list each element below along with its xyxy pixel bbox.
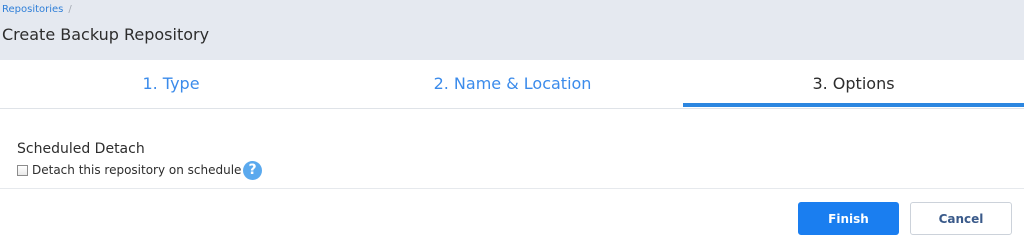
tab-type[interactable]: 1. Type xyxy=(0,60,342,108)
page-title: Create Backup Repository xyxy=(2,25,210,44)
footer-divider xyxy=(0,188,1024,189)
breadcrumb-separator: / xyxy=(68,4,72,15)
detach-checkbox-row[interactable]: Detach this repository on schedule xyxy=(17,162,241,178)
tab-name-location[interactable]: 2. Name & Location xyxy=(342,60,683,108)
cancel-button[interactable]: Cancel xyxy=(910,202,1012,235)
section-title-scheduled-detach: Scheduled Detach xyxy=(17,141,145,157)
breadcrumb-link-repositories[interactable]: Repositories xyxy=(2,4,63,15)
wizard-steps: 1. Type 2. Name & Location 3. Options xyxy=(0,60,1024,109)
wizard-card: 1. Type 2. Name & Location 3. Options Sc… xyxy=(0,60,1024,248)
breadcrumb: Repositories / xyxy=(2,3,72,16)
active-tab-indicator xyxy=(683,103,1024,107)
detach-checkbox-label: Detach this repository on schedule xyxy=(32,163,242,177)
detach-on-schedule-checkbox[interactable] xyxy=(17,164,28,176)
finish-button[interactable]: Finish xyxy=(798,202,899,235)
help-icon[interactable]: ? xyxy=(243,161,262,180)
page-header: Repositories / Create Backup Repository xyxy=(0,0,1024,60)
tab-options[interactable]: 3. Options xyxy=(683,60,1024,108)
